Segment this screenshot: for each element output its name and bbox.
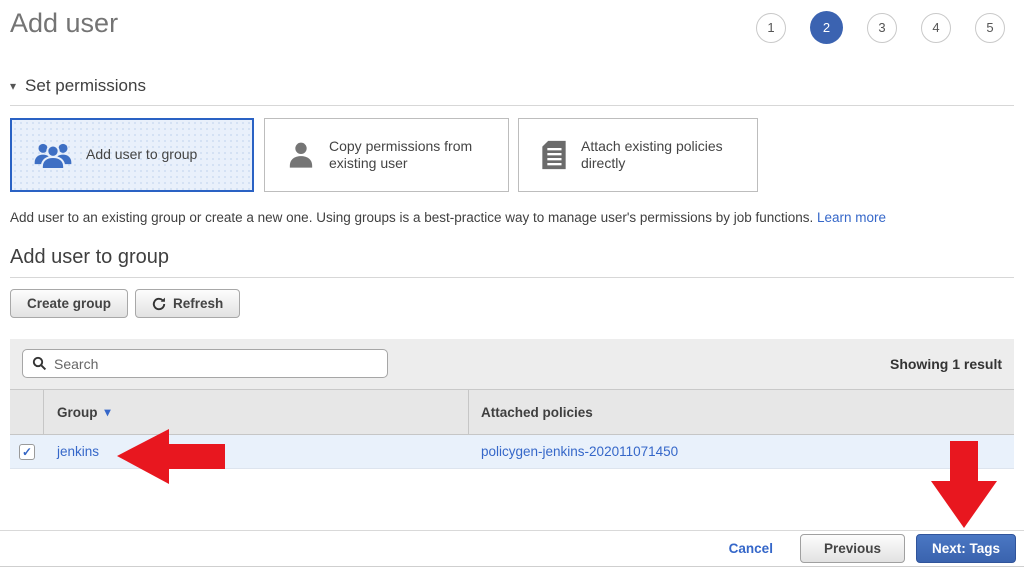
learn-more-link[interactable]: Learn more [817,210,886,225]
step-4: 4 [921,13,951,43]
card-add-user-to-group[interactable]: Add user to group [10,118,254,192]
next-tags-button[interactable]: Next: Tags [916,534,1016,563]
step-3: 3 [867,13,897,43]
section-title: Set permissions [25,76,146,96]
refresh-button[interactable]: Refresh [135,289,240,318]
step-2-active: 2 [810,11,843,44]
cancel-link[interactable]: Cancel [729,541,773,556]
refresh-label: Refresh [173,296,223,311]
select-all-header-cell [10,390,44,434]
card-label: Add user to group [86,146,197,164]
permission-option-cards: Add user to group Copy permissions from … [10,118,1014,192]
card-attach-policies[interactable]: Attach existing policies directly [518,118,758,192]
table-row[interactable]: ✓ jenkins policygen-jenkins-202011071450 [10,435,1014,469]
group-column-label: Group [57,405,98,420]
policy-document-icon [540,140,568,170]
card-copy-permissions[interactable]: Copy permissions from existing user [264,118,509,192]
group-icon [33,140,73,170]
set-permissions-section-header[interactable]: ▾ Set permissions [10,76,1014,96]
group-link-jenkins[interactable]: jenkins [57,444,99,459]
policies-column-label: Attached policies [481,405,593,420]
add-user-to-group-heading: Add user to group [10,246,1014,269]
refresh-icon [152,297,166,311]
wizard-footer: Cancel Previous Next: Tags [0,530,1024,569]
group-column-header[interactable]: Group ▾ [44,390,469,434]
create-group-label: Create group [27,296,111,311]
wizard-step-indicator: 1 2 3 4 5 [756,11,1005,44]
search-box[interactable] [22,349,388,378]
permissions-description: Add user to an existing group or create … [10,210,1014,225]
groups-table: Showing 1 result Group ▾ Attached polici… [10,339,1014,469]
step-1: 1 [756,13,786,43]
arrow-head [931,481,997,528]
policies-column-header: Attached policies [469,390,1014,434]
card-label: Attach existing policies directly [581,138,745,173]
single-user-icon [286,140,316,170]
row-checkbox-checked[interactable]: ✓ [19,444,35,460]
step-5: 5 [975,13,1005,43]
collapse-caret-icon[interactable]: ▾ [10,79,16,93]
card-label: Copy permissions from existing user [329,138,496,173]
description-text: Add user to an existing group or create … [10,210,813,225]
attached-policy-link[interactable]: policygen-jenkins-202011071450 [481,444,678,459]
table-header-row: Group ▾ Attached policies [10,390,1014,435]
previous-button[interactable]: Previous [800,534,905,563]
search-input[interactable] [54,356,387,372]
divider [10,277,1014,278]
create-group-button[interactable]: Create group [10,289,128,318]
search-icon [32,356,47,371]
results-count: Showing 1 result [890,356,1002,372]
divider [10,105,1014,106]
sort-caret-icon[interactable]: ▾ [105,405,111,419]
